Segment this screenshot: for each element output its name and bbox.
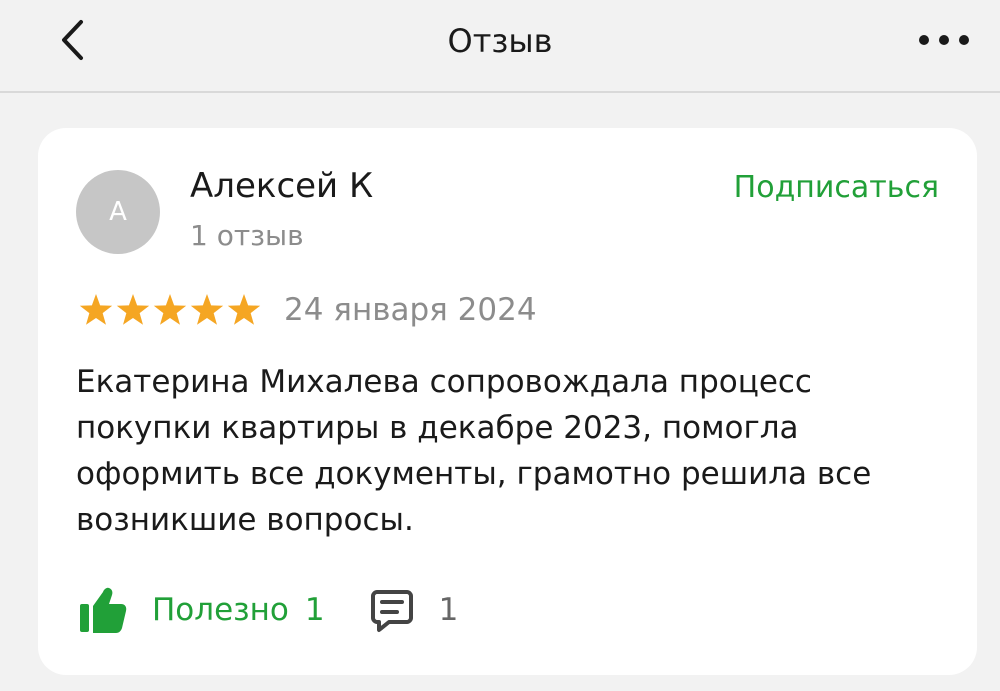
comment-icon [370,590,413,632]
page-title: Отзыв [447,22,553,60]
comments-count: 1 [438,592,459,628]
avatar[interactable]: А [76,170,160,254]
review-actions: Полезно 1 1 [78,580,458,640]
author-name[interactable]: Алексей К [190,166,373,206]
avatar-initial: А [109,197,127,227]
subscribe-button[interactable]: Подписаться [734,170,939,205]
comments-button[interactable]: 1 [369,587,459,633]
review-date: 24 января 2024 [284,292,537,328]
more-horizontal-icon [919,35,969,45]
thumbs-up-icon [80,587,127,633]
star-icon [79,294,113,325]
helpful-count: 1 [304,592,325,628]
review-card: А Алексей К 1 отзыв Подписаться 24 январ… [38,128,977,675]
star-icon [153,294,187,325]
top-bar: Отзыв [0,0,1000,93]
star-icon [116,294,150,325]
rating-row: 24 января 2024 [78,288,537,332]
star-icon [190,294,224,325]
more-button[interactable] [912,22,976,58]
star-icon [227,294,261,325]
author-reviews-count: 1 отзыв [190,219,304,252]
rating-stars [78,292,262,328]
review-text: Екатерина Михалева сопровождала процесс … [76,364,872,538]
helpful-label: Полезно [152,592,289,628]
helpful-button[interactable]: Полезно 1 [78,586,325,634]
